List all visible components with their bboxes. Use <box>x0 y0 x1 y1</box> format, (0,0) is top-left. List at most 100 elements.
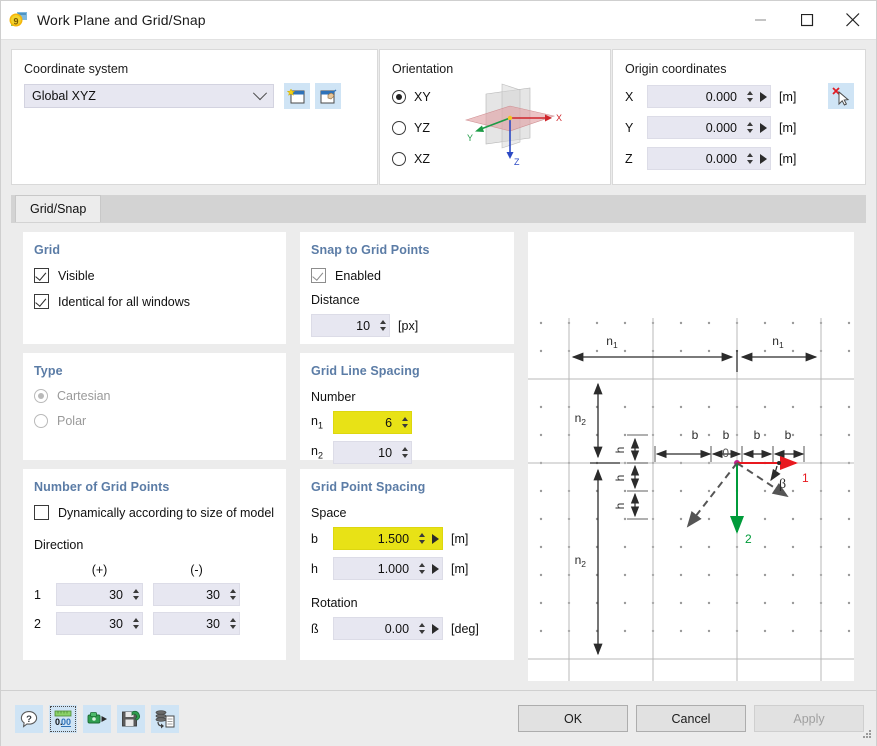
grid-line-spacing-title: Grid Line Spacing <box>300 353 514 378</box>
radio-polar-icon <box>34 414 48 428</box>
space-h-more-icon[interactable] <box>428 564 442 574</box>
preview-b-label-4: b <box>785 428 792 442</box>
grid-line-n1-input[interactable]: 6 <box>333 411 412 434</box>
orientation-option-yz[interactable]: YZ <box>392 121 430 135</box>
origin-row-x: X 0.000 [m] <box>625 85 796 108</box>
close-button[interactable] <box>830 1 876 39</box>
type-cartesian-row: Cartesian <box>34 389 275 403</box>
maximize-button[interactable] <box>784 1 830 39</box>
snap-enabled-label: Enabled <box>335 269 381 283</box>
origin-x-more-icon[interactable] <box>756 92 770 102</box>
grid-panel-title: Grid <box>23 232 286 257</box>
direction-2-minus-input[interactable]: 30 <box>153 612 240 635</box>
space-b-stepper[interactable] <box>415 528 428 549</box>
snap-enabled-row[interactable]: Enabled <box>311 268 503 283</box>
space-b-input[interactable]: 1.500 <box>333 527 443 550</box>
grid-visible-row[interactable]: Visible <box>34 268 275 283</box>
origin-x-stepper[interactable] <box>743 86 756 107</box>
space-h-stepper[interactable] <box>415 558 428 579</box>
axis-x-label: X <box>556 113 562 123</box>
direction-2-plus-value: 30 <box>57 617 129 631</box>
grid-line-n1-stepper[interactable] <box>398 412 411 433</box>
space-b-more-icon[interactable] <box>428 534 442 544</box>
direction-2-plus-stepper[interactable] <box>129 613 142 634</box>
space-b-row: b 1.500 [m] <box>311 527 503 550</box>
new-coordinate-system-button[interactable] <box>284 83 310 109</box>
grid-line-n2-stepper[interactable] <box>398 442 411 463</box>
direction-2-plus-input[interactable]: 30 <box>56 612 143 635</box>
origin-y-stepper[interactable] <box>743 117 756 138</box>
grid-line-n2-row: n2 10 <box>311 441 503 464</box>
orientation-option-xy[interactable]: XY <box>392 90 431 104</box>
origin-x-input[interactable]: 0.000 <box>647 85 771 108</box>
title-bar: 9 Work Plane and Grid/Snap <box>1 1 876 40</box>
save-settings-button[interactable] <box>117 705 145 733</box>
tab-grid-snap[interactable]: Grid/Snap <box>15 195 101 222</box>
rotation-unit: [deg] <box>451 622 479 636</box>
direction-1-plus-input[interactable]: 30 <box>56 583 143 606</box>
tab-grid-snap-label: Grid/Snap <box>30 202 86 216</box>
origin-z-label: Z <box>625 152 647 166</box>
orientation-option-xz[interactable]: XZ <box>392 152 430 166</box>
bottom-toolbar: ? 0. 00 <box>15 705 179 733</box>
middle-column: Snap to Grid Points Enabled Distance 10 … <box>300 232 514 681</box>
origin-y-more-icon[interactable] <box>756 123 770 133</box>
database-export-icon <box>154 708 176 730</box>
grid-line-n2-input[interactable]: 10 <box>333 441 412 464</box>
radio-yz-icon <box>392 121 406 135</box>
space-h-input[interactable]: 1.000 <box>333 557 443 580</box>
tab-strip: Grid/Snap <box>11 195 866 223</box>
origin-z-input[interactable]: 0.000 <box>647 147 771 170</box>
direction-2-minus-stepper[interactable] <box>226 613 239 634</box>
direction-1-minus-stepper[interactable] <box>226 584 239 605</box>
preview-origin-label: 0 <box>722 446 729 460</box>
coordinate-system-select[interactable]: Global XYZ <box>24 84 274 108</box>
import-settings-button[interactable] <box>83 705 111 733</box>
snap-panel: Snap to Grid Points Enabled Distance 10 … <box>300 232 514 344</box>
direction-1-plus-stepper[interactable] <box>129 584 142 605</box>
grid-identical-checkbox[interactable] <box>34 294 49 309</box>
snap-distance-stepper[interactable] <box>376 315 389 336</box>
edit-coordinate-system-button[interactable] <box>315 83 341 109</box>
origin-y-input[interactable]: 0.000 <box>647 116 771 139</box>
rotation-beta-label: ß <box>311 622 333 636</box>
space-h-value: 1.000 <box>334 562 415 576</box>
cancel-button[interactable]: Cancel <box>636 705 746 732</box>
grid-visible-checkbox[interactable] <box>34 268 49 283</box>
rotation-more-icon[interactable] <box>428 624 442 634</box>
space-b-value: 1.500 <box>334 532 415 546</box>
left-column: Grid Visible Identical for all windows T… <box>23 232 286 681</box>
axis-z-label: Z <box>514 157 520 167</box>
grid-identical-row[interactable]: Identical for all windows <box>34 294 275 309</box>
dynamic-size-row[interactable]: Dynamically according to size of model <box>34 505 275 520</box>
chevron-down-icon <box>253 86 267 100</box>
snap-enabled-checkbox[interactable] <box>311 268 326 283</box>
origin-z-stepper[interactable] <box>743 148 756 169</box>
space-b-label: b <box>311 532 333 546</box>
origin-z-value: 0.000 <box>648 152 743 166</box>
dynamic-size-checkbox[interactable] <box>34 505 49 520</box>
origin-x-label: X <box>625 90 647 104</box>
minimize-button[interactable] <box>738 1 784 39</box>
snap-distance-input[interactable]: 10 <box>311 314 390 337</box>
origin-z-more-icon[interactable] <box>756 154 770 164</box>
units-button[interactable]: 0. 00 <box>49 705 77 733</box>
number-of-grid-points-title: Number of Grid Points <box>23 469 286 494</box>
rotation-stepper[interactable] <box>415 618 428 639</box>
orientation-group: Orientation XY YZ XZ <box>379 49 611 185</box>
ok-button[interactable]: OK <box>518 705 628 732</box>
coordinate-system-label: Coordinate system <box>12 50 377 76</box>
origin-y-value: 0.000 <box>648 121 743 135</box>
resize-grip[interactable] <box>861 728 873 743</box>
rotation-input[interactable]: 0.00 <box>333 617 443 640</box>
new-coordinate-system-icon <box>287 86 307 106</box>
origin-coordinates-label: Origin coordinates <box>613 50 865 76</box>
origin-row-y: Y 0.000 [m] <box>625 116 796 139</box>
grid-panel: Grid Visible Identical for all windows <box>23 232 286 344</box>
help-button[interactable]: ? <box>15 705 43 733</box>
pick-origin-point-button[interactable] <box>828 83 854 109</box>
grid-preview-diagram: n1 n1 n2 n2 b b b <box>528 232 854 681</box>
database-export-button[interactable] <box>151 705 179 733</box>
direction-1-minus-input[interactable]: 30 <box>153 583 240 606</box>
svg-text:9: 9 <box>13 17 18 27</box>
